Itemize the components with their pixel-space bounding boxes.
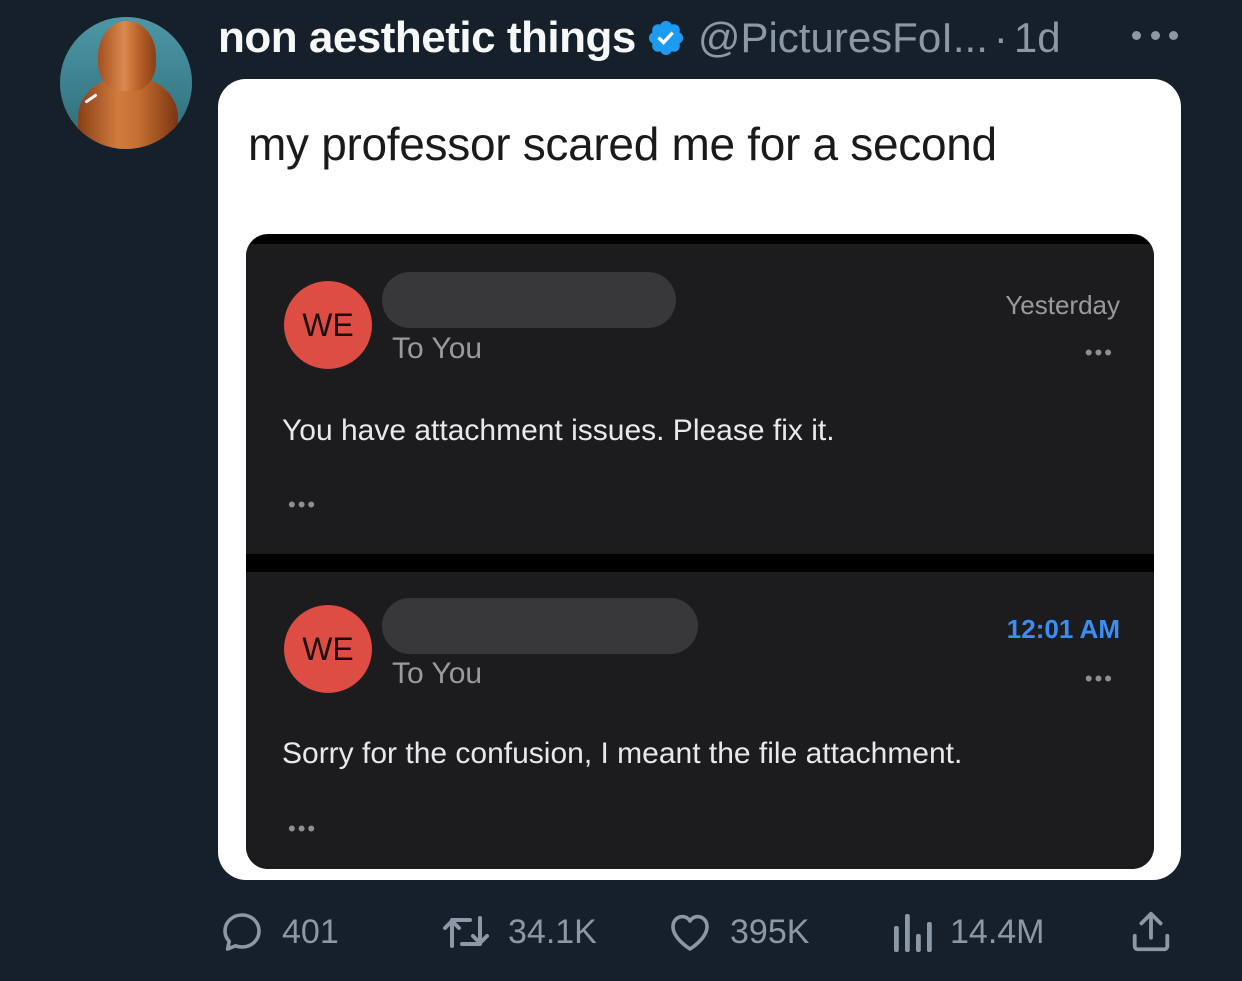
reply-icon xyxy=(223,913,261,951)
tweet-actions: 401 34.1K 395K 14.4M xyxy=(218,905,1178,959)
email-screenshot: WE To You Yesterday ••• You have attachm… xyxy=(246,234,1154,869)
email-body-more-icon: ••• xyxy=(288,816,318,841)
like-button[interactable]: 395K xyxy=(666,905,809,959)
views-button[interactable]: 14.4M xyxy=(890,905,1045,959)
retweet-icon xyxy=(443,916,489,948)
timestamp[interactable]: 1d xyxy=(1014,14,1061,62)
recipient-label: To You xyxy=(392,332,483,365)
image-caption: my professor scared me for a second xyxy=(248,118,997,170)
email-body: You have attachment issues. Please fix i… xyxy=(282,414,835,447)
view-count: 14.4M xyxy=(950,912,1045,951)
display-name[interactable]: non aesthetic things xyxy=(218,13,636,63)
email-timestamp: 12:01 AM xyxy=(1006,614,1120,644)
verified-badge-icon xyxy=(646,18,686,58)
sender-avatar: WE xyxy=(284,281,372,369)
views-chart-icon xyxy=(894,914,932,952)
handle[interactable]: @PicturesFoI... xyxy=(698,14,988,62)
retweet-button[interactable]: 34.1K xyxy=(440,905,597,959)
reply-count: 401 xyxy=(282,912,339,951)
share-button[interactable] xyxy=(1128,905,1174,959)
recipient-label: To You xyxy=(392,657,483,690)
email-item: WE To You 12:01 AM ••• Sorry for the con… xyxy=(246,572,1154,869)
sender-avatar: WE xyxy=(284,605,372,693)
tweet[interactable]: non aesthetic things @PicturesFoI... · 1… xyxy=(0,0,1242,981)
share-icon xyxy=(1132,911,1170,952)
redacted-sender xyxy=(382,272,676,328)
email-more-icon: ••• xyxy=(1084,666,1114,691)
reply-button[interactable]: 401 xyxy=(218,905,339,959)
tweet-header: non aesthetic things @PicturesFoI... · 1… xyxy=(218,8,1061,68)
tweet-media[interactable]: my professor scared me for a second WE T… xyxy=(218,79,1181,880)
email-body-more-icon: ••• xyxy=(288,492,318,517)
more-horizontal-icon[interactable] xyxy=(1132,20,1178,50)
email-body: Sorry for the confusion, I meant the fil… xyxy=(282,737,963,770)
avatar[interactable] xyxy=(60,17,192,149)
heart-icon xyxy=(671,914,709,951)
separator: · xyxy=(993,14,1008,61)
redacted-sender xyxy=(382,598,698,654)
email-item: WE To You Yesterday ••• You have attachm… xyxy=(246,244,1154,554)
email-more-icon: ••• xyxy=(1084,340,1114,365)
like-count: 395K xyxy=(730,912,810,951)
retweet-count: 34.1K xyxy=(508,912,597,951)
email-timestamp: Yesterday xyxy=(1005,290,1120,320)
